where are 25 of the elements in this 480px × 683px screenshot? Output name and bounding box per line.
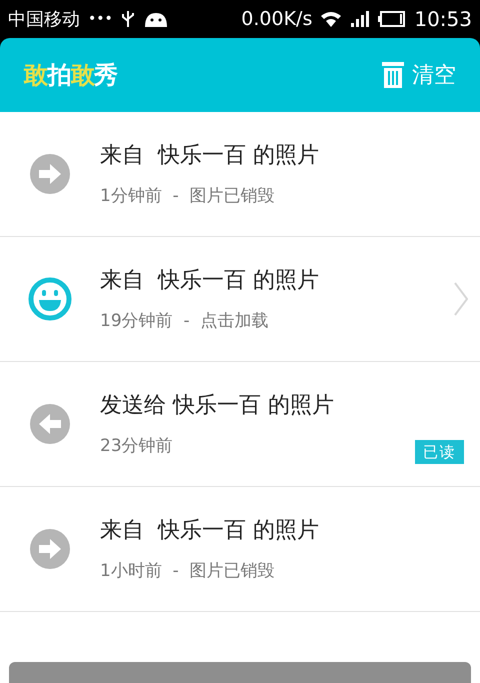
android-icon [142,10,169,28]
message-row[interactable]: 来自 快乐一百 的照片 1分钟前 - 图片已销毁 [0,112,480,237]
message-title: 来自 快乐一百 的照片 [100,516,319,545]
message-subtitle: 1小时前 - 图片已销毁 [100,560,275,583]
message-title: 发送给 快乐一百 的照片 [100,392,334,420]
network-speed: 0.00K/s [241,6,312,32]
message-title: 来自 快乐一百 的照片 [100,266,319,295]
notification-dots: ••• [88,10,113,28]
message-subtitle: 23分钟前 [100,434,173,458]
app-logo: 敢拍敢秀 [24,60,118,91]
wifi-icon [320,10,342,28]
message-subtitle: 1分钟前 - 图片已销毁 [100,184,275,208]
read-badge: 已读 [415,440,464,464]
message-row[interactable]: 来自 快乐一百 的照片 1小时前 - 图片已销毁 [0,487,480,612]
carrier-name: 中国移动 [8,8,80,32]
smiley-icon [28,277,72,321]
message-title: 来自 快乐一百 的照片 [100,142,319,170]
signal-icon [350,10,370,28]
usb-icon [120,9,135,29]
clock: 10:53 [414,6,472,33]
battery-icon [378,11,406,27]
message-row[interactable]: 发送给 快乐一百 的照片 23分钟前 已读 [0,362,480,487]
trash-icon [382,62,404,88]
message-subtitle: 19分钟前 - 点击加载 [100,310,268,333]
message-row[interactable]: 来自 快乐一百 的照片 19分钟前 - 点击加载 [0,237,480,362]
